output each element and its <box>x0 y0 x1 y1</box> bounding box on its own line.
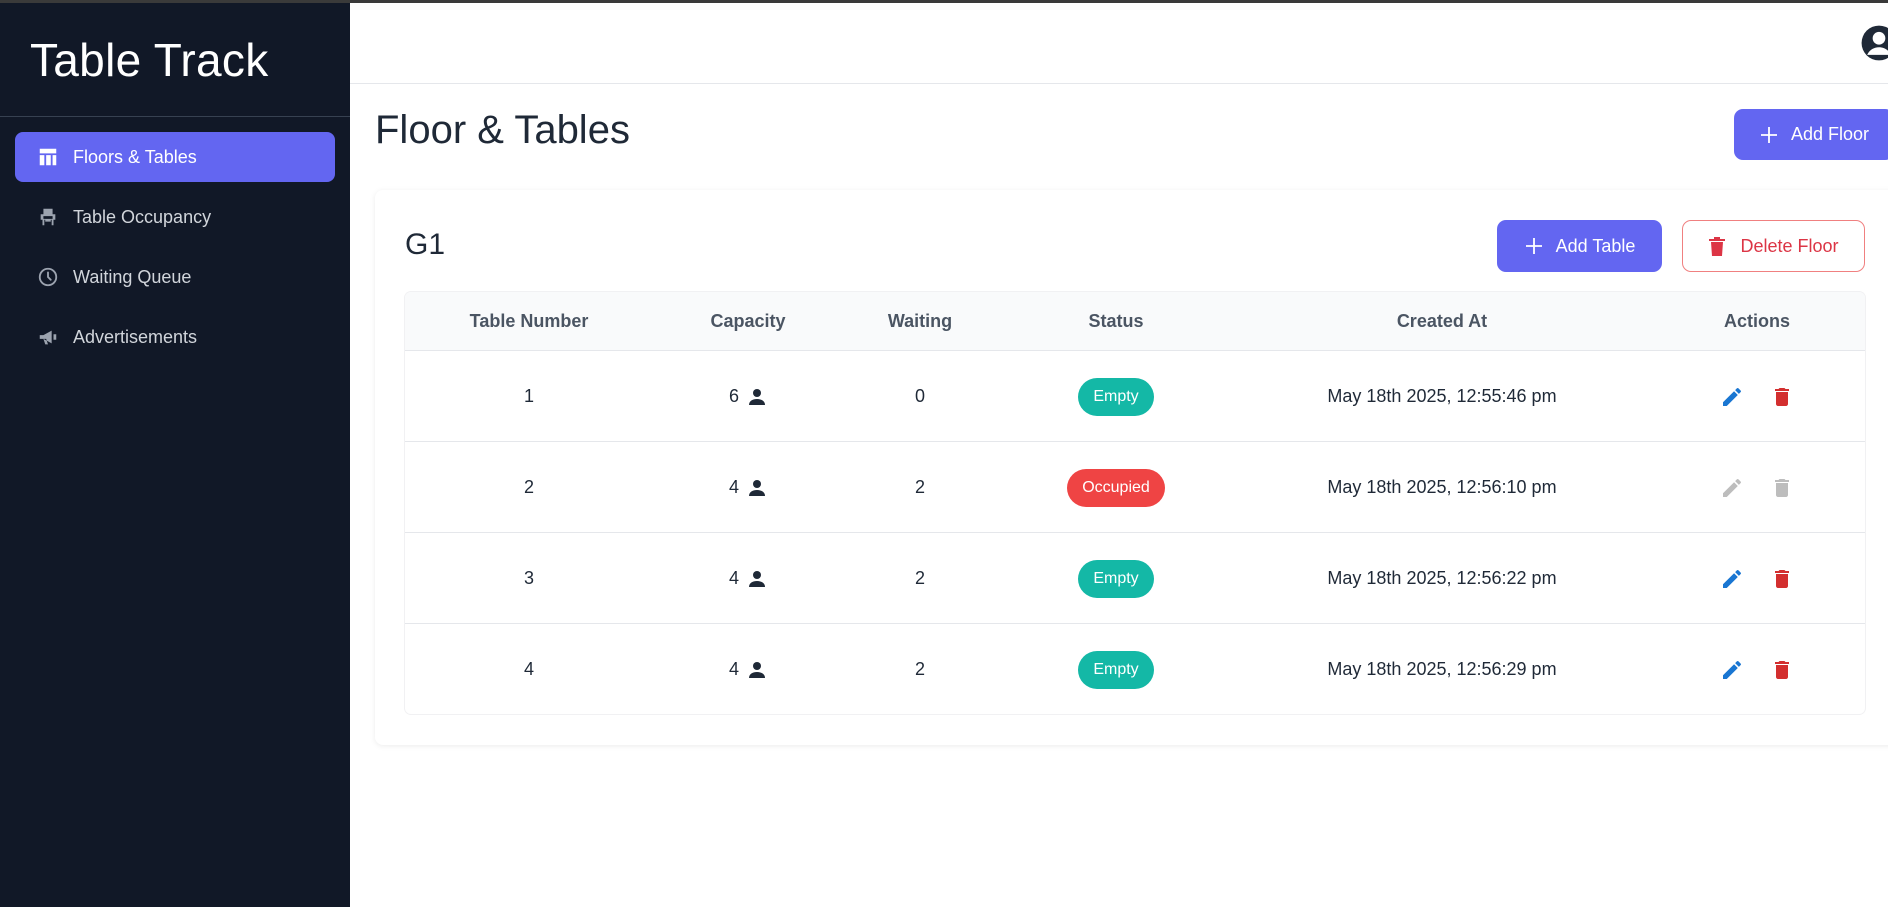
cell-capacity: 4 <box>653 624 843 714</box>
sidebar: Table Track Floors & Tables Table Occupa… <box>0 0 350 907</box>
table-body: 1 6 0 Empty May 18th 2025, 12:55:46 pm 2 4 2 Occ… <box>405 351 1865 714</box>
window-top-border <box>0 0 1888 3</box>
cell-capacity: 4 <box>653 442 843 533</box>
cell-actions <box>1649 442 1865 533</box>
cell-capacity: 4 <box>653 533 843 624</box>
column-header-actions: Actions <box>1723 311 1790 331</box>
cell-table-number: 3 <box>523 568 534 588</box>
floor-name: G1 <box>405 228 446 261</box>
column-header-capacity: Capacity <box>710 311 786 331</box>
capacity-value: 4 <box>728 659 739 679</box>
cell-created-at: May 18th 2025, 12:55:46 pm <box>1327 386 1557 406</box>
cell-status: Empty <box>997 351 1235 442</box>
plus-icon <box>1525 238 1542 254</box>
trash-icon <box>1709 237 1726 256</box>
table-row: 3 4 2 Empty May 18th 2025, 12:56:22 pm <box>405 533 1865 624</box>
cell-created-at: May 18th 2025, 12:56:29 pm <box>1327 659 1557 679</box>
person-icon <box>747 478 767 498</box>
cell-capacity: 6 <box>653 351 843 442</box>
column-header-created-at: Created At <box>1396 311 1488 331</box>
cell-status: Empty <box>997 624 1235 714</box>
sidebar-item-waiting-queue[interactable]: Waiting Queue <box>15 252 335 302</box>
delete-icon[interactable] <box>1770 567 1794 591</box>
cell-status: Empty <box>997 533 1235 624</box>
add-floor-label: Add Floor <box>1790 124 1870 144</box>
top-bar <box>350 0 1888 84</box>
clock-icon <box>36 265 60 289</box>
sidebar-item-label: Table Occupancy <box>73 206 212 227</box>
capacity-value: 4 <box>728 568 739 588</box>
edit-icon <box>1720 476 1744 500</box>
tables-table: Table Number Capacity Waiting Status Cre… <box>405 292 1865 714</box>
table-layout-icon <box>36 145 60 169</box>
user-circle-icon[interactable] <box>1860 24 1888 62</box>
megaphone-icon <box>36 325 60 349</box>
cell-actions <box>1649 351 1865 442</box>
delete-icon[interactable] <box>1770 658 1794 682</box>
sidebar-item-table-occupancy[interactable]: Table Occupancy <box>15 192 335 242</box>
table-row: 4 4 2 Empty May 18th 2025, 12:56:29 pm <box>405 624 1865 714</box>
cell-created-at: May 18th 2025, 12:56:10 pm <box>1327 477 1557 497</box>
edit-icon[interactable] <box>1720 385 1744 409</box>
cell-actions <box>1649 533 1865 624</box>
capacity-value: 6 <box>728 386 739 406</box>
status-badge: Empty <box>1078 377 1154 416</box>
column-header-status: Status <box>1088 311 1144 331</box>
sidebar-item-label: Advertisements <box>73 326 198 347</box>
person-icon <box>747 569 767 589</box>
add-floor-button[interactable]: Add Floor <box>1734 109 1888 160</box>
delete-icon[interactable] <box>1770 385 1794 409</box>
cell-table-number: 2 <box>523 477 534 497</box>
edit-icon[interactable] <box>1720 567 1744 591</box>
plus-icon <box>1760 126 1777 143</box>
capacity-value: 4 <box>728 477 739 497</box>
cell-waiting: 2 <box>914 659 925 679</box>
delete-floor-label: Delete Floor <box>1740 235 1839 256</box>
edit-icon[interactable] <box>1720 658 1744 682</box>
table-row: 2 4 2 Occupied May 18th 2025, 12:56:10 pm <box>405 442 1865 533</box>
person-icon <box>747 387 767 407</box>
cell-actions <box>1649 624 1865 714</box>
cell-waiting: 2 <box>914 477 925 497</box>
sidebar-nav: Floors & Tables Table Occupancy Waiting … <box>0 117 350 362</box>
status-badge: Empty <box>1078 650 1154 689</box>
table-row: 1 6 0 Empty May 18th 2025, 12:55:46 pm <box>405 351 1865 442</box>
chair-icon <box>36 205 60 229</box>
sidebar-item-label: Floors & Tables <box>73 146 197 167</box>
status-badge: Empty <box>1078 559 1154 598</box>
sidebar-item-floors-tables[interactable]: Floors & Tables <box>15 132 335 182</box>
delete-icon <box>1770 476 1794 500</box>
cell-table-number: 1 <box>523 386 534 406</box>
cell-table-number: 4 <box>523 659 534 679</box>
app-title: Table Track <box>30 34 269 86</box>
add-table-label: Add Table <box>1555 235 1636 256</box>
cell-waiting: 0 <box>914 386 925 406</box>
page-title: Floor & Tables <box>375 108 630 152</box>
floor-card: G1 Add Table Delete Floor Table Number C… <box>375 190 1888 745</box>
table-header: Table Number Capacity Waiting Status Cre… <box>405 292 1865 351</box>
column-header-table-number: Table Number <box>469 311 589 331</box>
brand: Table Track <box>0 0 350 117</box>
status-badge: Occupied <box>1067 468 1165 507</box>
column-header-waiting: Waiting <box>887 311 953 331</box>
cell-created-at: May 18th 2025, 12:56:22 pm <box>1327 568 1557 588</box>
sidebar-item-label: Waiting Queue <box>73 266 192 287</box>
cell-status: Occupied <box>997 442 1235 533</box>
sidebar-item-advertisements[interactable]: Advertisements <box>15 312 335 362</box>
person-icon <box>747 660 767 680</box>
add-table-button[interactable]: Add Table <box>1497 220 1662 272</box>
cell-waiting: 2 <box>914 568 925 588</box>
delete-floor-button[interactable]: Delete Floor <box>1682 220 1865 272</box>
